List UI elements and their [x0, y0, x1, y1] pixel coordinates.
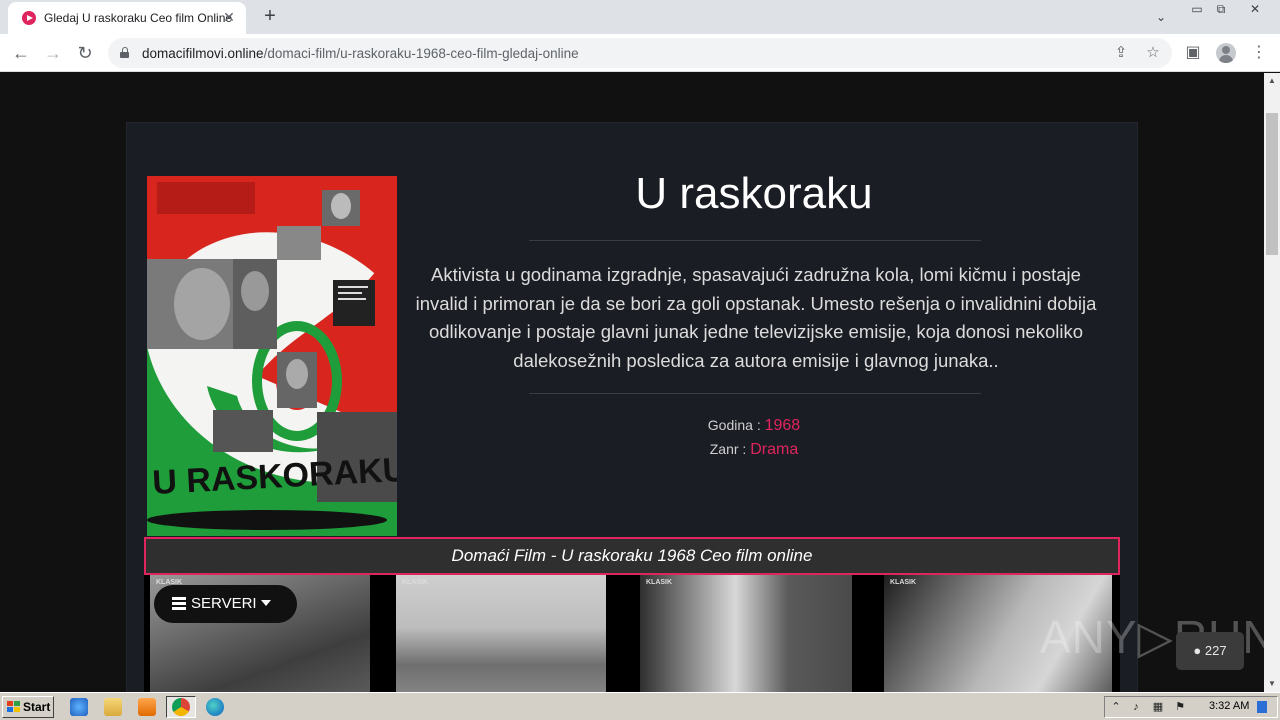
title-divider — [529, 240, 981, 241]
viewers-badge[interactable]: ● 227 — [1176, 632, 1244, 670]
description-divider — [529, 393, 981, 394]
share-icon[interactable]: ⇪ — [1110, 42, 1132, 64]
address-bar[interactable]: domacifilmovi.online/domaci-film/u-rasko… — [108, 38, 1172, 68]
user-icon: ● — [1193, 643, 1202, 658]
browser-tab[interactable]: Gledaj U raskoraku Ceo film Online ✕ — [8, 2, 246, 34]
new-tab-button[interactable]: + — [258, 4, 282, 28]
back-arrow-icon[interactable]: ← — [8, 40, 34, 66]
profile-avatar-icon[interactable] — [1216, 43, 1236, 63]
klasik-logo: KLASIK — [402, 579, 429, 586]
start-button[interactable]: Start — [2, 696, 54, 718]
tab-close-icon[interactable]: ✕ — [220, 8, 238, 26]
page-viewport: U RASKORAKU U raskoraku Aktivista u godi… — [0, 73, 1264, 692]
viewers-count: 227 — [1204, 643, 1227, 658]
tab-title: Gledaj U raskoraku Ceo film Online — [44, 11, 233, 25]
genre-label: Zanr : — [709, 441, 747, 457]
page-scrollbar[interactable]: ▲ ▼ — [1264, 73, 1280, 692]
browser-tab-bar: Gledaj U raskoraku Ceo film Online ✕ + ⌄… — [0, 0, 1280, 34]
klasik-logo: KLASIK — [890, 579, 917, 586]
tray-expand-icon[interactable]: ⌃ — [1109, 700, 1123, 714]
bookmark-star-icon[interactable]: ☆ — [1142, 42, 1164, 64]
year-label: Godina : — [707, 417, 761, 433]
year-link[interactable]: 1968 — [765, 417, 801, 434]
video-still-frame: KLASIK — [640, 575, 852, 692]
notifications-icon[interactable] — [1257, 701, 1267, 713]
scroll-down-arrow-icon[interactable]: ▼ — [1264, 676, 1280, 692]
klasik-logo: KLASIK — [646, 579, 673, 586]
start-label: Start — [23, 700, 51, 714]
url-path: /domaci-film/u-raskoraku-1968-ceo-film-g… — [263, 46, 579, 61]
forward-arrow-icon[interactable]: → — [40, 40, 66, 66]
side-panel-icon[interactable]: ▣ — [1180, 40, 1206, 66]
media-player-icon[interactable] — [138, 698, 156, 716]
browser-menu-icon[interactable]: ⋮ — [1246, 40, 1272, 66]
movie-title: U raskoraku — [635, 169, 873, 218]
lock-icon[interactable] — [120, 47, 129, 58]
edge-icon[interactable] — [206, 698, 224, 716]
reload-icon[interactable]: ↻ — [72, 40, 98, 66]
chrome-icon — [172, 698, 190, 716]
browser-toolbar: ← → ↻ domacifilmovi.online/domaci-film/u… — [0, 34, 1280, 72]
servers-dropdown-button[interactable]: SERVERI — [154, 585, 297, 623]
genre-link[interactable]: Drama — [750, 441, 798, 458]
scroll-up-arrow-icon[interactable]: ▲ — [1264, 73, 1280, 89]
url-text[interactable]: domacifilmovi.online/domaci-film/u-rasko… — [142, 46, 579, 61]
file-explorer-icon[interactable] — [104, 698, 122, 716]
video-still-frame: KLASIK — [396, 575, 606, 692]
hamburger-menu-icon — [172, 597, 186, 610]
taskbar-clock[interactable]: 3:32 AM — [1209, 700, 1249, 712]
url-host: domacifilmovi.online — [142, 46, 264, 61]
network-icon[interactable]: ▦ — [1151, 700, 1165, 714]
window-restore-icon[interactable]: ⧉ — [1206, 0, 1236, 20]
movie-description: Aktivista u godinama izgradnje, spasavaj… — [415, 264, 1097, 371]
banner-text: Domaći Film - U raskoraku 1968 Ceo film … — [451, 546, 813, 565]
windows-logo-icon — [7, 701, 20, 713]
window-close-icon[interactable]: ✕ — [1240, 0, 1270, 20]
caret-down-icon — [260, 600, 271, 606]
movie-card: U RASKORAKU U raskoraku Aktivista u godi… — [126, 122, 1138, 692]
tab-search-chevron-icon[interactable]: ⌄ — [1150, 6, 1172, 28]
site-favicon-icon — [22, 11, 36, 25]
movie-banner: Domaći Film - U raskoraku 1968 Ceo film … — [144, 537, 1120, 575]
internet-explorer-icon[interactable] — [70, 698, 88, 716]
system-tray: ⌃ ♪ ▦ ⚑ 3:32 AM — [1104, 696, 1278, 718]
action-center-flag-icon[interactable]: ⚑ — [1173, 700, 1187, 714]
movie-genre-row: Zanr : Drama — [527, 441, 981, 459]
servers-label: SERVERI — [191, 595, 257, 612]
scroll-thumb[interactable] — [1266, 113, 1278, 255]
chrome-taskbar-button[interactable] — [166, 696, 196, 718]
movie-poster[interactable]: U RASKORAKU — [147, 176, 397, 536]
volume-icon[interactable]: ♪ — [1129, 700, 1143, 714]
windows-taskbar: Start ⌃ ♪ ▦ ⚑ 3:32 AM — [0, 692, 1280, 720]
movie-year-row: Godina : 1968 — [527, 417, 981, 435]
video-player[interactable]: KLASIK KLASIK KLASIK KLASIK SERVERI — [144, 575, 1120, 692]
